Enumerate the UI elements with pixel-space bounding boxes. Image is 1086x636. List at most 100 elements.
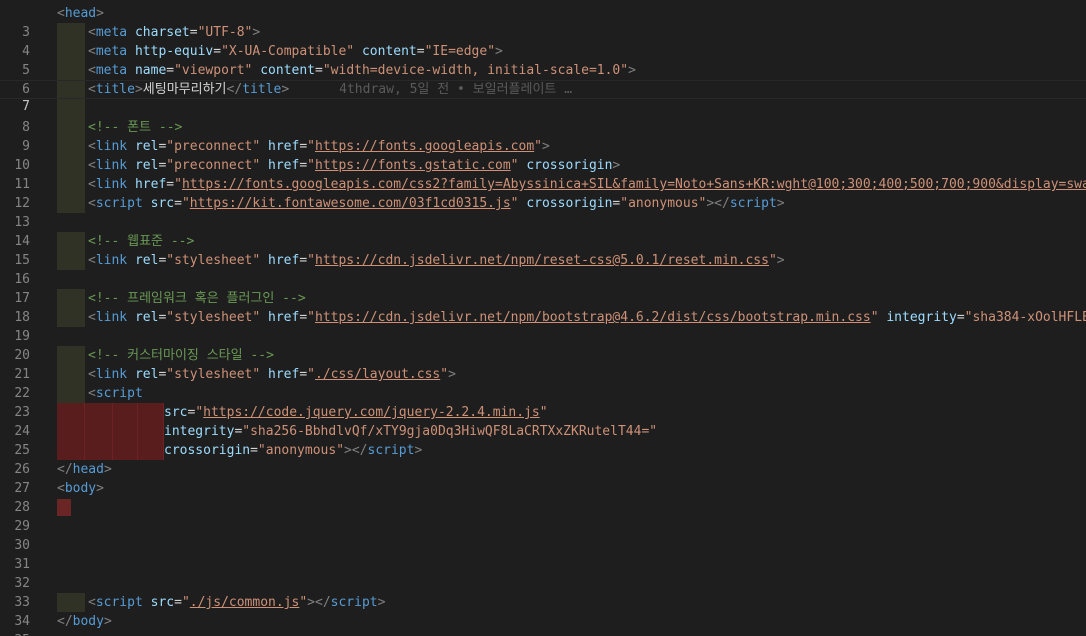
code-line[interactable]: 8 <box>0 99 1086 135</box>
code-text: <!-- 웹표준 --> <box>88 234 195 249</box>
code-line[interactable]: 24 src="https://code.jquery.com/jquery-2… <box>0 403 1086 439</box>
indent-guide <box>57 81 85 98</box>
code-line[interactable]: 28 <body> <box>0 479 1086 515</box>
error-indent-guide <box>85 422 113 441</box>
indent-guide <box>57 308 85 327</box>
code-text: <head> <box>57 6 104 21</box>
error-indent-guide <box>113 403 138 422</box>
code-line[interactable]: 6 <meta name="viewport" content="width=d… <box>0 61 1086 97</box>
code-text: <link href="https://fonts.googleapis.com… <box>88 175 1086 194</box>
code-line[interactable]: 34 <script src="./js/common.js"></script… <box>0 593 1086 629</box>
code-text: integrity="sha256-BbhdlvQf/xTY9gja0Dq3Hi… <box>164 424 658 439</box>
error-indent-guide <box>113 422 138 441</box>
link-url[interactable]: https://code.jquery.com/jquery-2.2.4.min… <box>203 405 540 420</box>
indent-guide <box>57 289 85 308</box>
link-url[interactable]: https://cdn.jsdelivr.net/npm/bootstrap@4… <box>315 310 871 325</box>
code-text: <script <box>88 386 143 401</box>
indent-guide <box>57 175 85 194</box>
indent-guide <box>57 251 85 270</box>
indent-guide <box>57 194 85 213</box>
code-text: <link rel="preconnect" href="https://fon… <box>88 158 621 173</box>
code-text: <link rel="preconnect" href="https://fon… <box>88 139 550 154</box>
indent-guide <box>57 99 85 118</box>
code-line[interactable]: 31 <box>0 536 1086 572</box>
indent-guide <box>57 365 85 384</box>
error-indent-guide <box>85 441 113 460</box>
error-indent-guide <box>138 422 164 441</box>
link-url[interactable]: ./css/layout.css <box>315 367 440 382</box>
link-url[interactable]: https://cdn.jsdelivr.net/npm/reset-css@5… <box>315 253 769 268</box>
error-marker <box>57 499 71 516</box>
error-indent-guide <box>57 441 85 460</box>
code-line[interactable]: 13 <script src="https://kit.fontawesome.… <box>0 194 1086 230</box>
code-text: <link rel="stylesheet" href="https://cdn… <box>88 310 1086 325</box>
link-url[interactable]: https://fonts.gstatic.com <box>315 158 511 173</box>
code-line[interactable]: 26 crossorigin="anonymous"></script> <box>0 441 1086 477</box>
indent-guide <box>57 42 85 61</box>
code-text: src="https://code.jquery.com/jquery-2.2.… <box>164 405 548 420</box>
indent-guide <box>57 61 85 80</box>
code-line[interactable]: 16 <link rel="stylesheet" href="https://… <box>0 251 1086 287</box>
code-line[interactable]: 14 <box>0 213 1086 249</box>
code-line[interactable]: 29 <box>0 498 1086 534</box>
indent-guide <box>57 118 85 137</box>
code-line[interactable]: 3 <head> <box>0 4 1086 40</box>
code-line[interactable]: 4 <meta charset="UTF-8"> <box>0 23 1086 59</box>
code-line[interactable]: 17 <box>0 270 1086 306</box>
code-text: crossorigin="anonymous"></script> <box>164 443 423 458</box>
code-line[interactable]: 9 <!-- 폰트 --> <box>0 118 1086 154</box>
code-line[interactable]: 11 <link rel="preconnect" href="https://… <box>0 156 1086 192</box>
code-text: <script src="https://kit.fontawesome.com… <box>88 196 785 211</box>
code-text: <meta http-equiv="X-UA-Compatible" conte… <box>88 44 503 59</box>
code-line[interactable]: 32 <box>0 555 1086 591</box>
code-text: <title>세팅마무리하기</title> 4thdraw, 5일 전 • 보일… <box>88 82 573 97</box>
link-url[interactable]: https://fonts.googleapis.com <box>315 139 534 154</box>
code-text: <link rel="stylesheet" href="./css/layou… <box>88 367 456 382</box>
error-indent-guide <box>85 403 113 422</box>
code-text: <!-- 폰트 --> <box>88 120 183 135</box>
code-line[interactable]: 18 <!-- 프레임워크 혹은 플러그인 --> <box>0 289 1086 325</box>
code-line[interactable]: 33 <box>0 574 1086 610</box>
indent-guide <box>57 137 85 156</box>
indent-guide <box>57 593 85 612</box>
indent-guide <box>57 232 85 251</box>
indent-guide <box>57 23 85 42</box>
error-indent-guide <box>113 441 138 460</box>
code-line[interactable]: 22 <link rel="stylesheet" href="./css/la… <box>0 365 1086 401</box>
code-line[interactable]: 15 <!-- 웹표준 --> <box>0 232 1086 268</box>
error-indent-guide <box>57 403 85 422</box>
code-line[interactable]: 30 <box>0 517 1086 553</box>
code-text: </body> <box>57 614 112 629</box>
code-editor[interactable]: 3 <head> 4 <meta charset="UTF-8"> 5 <met… <box>0 0 1086 636</box>
code-line-current[interactable]: 7 <title>세팅마무리하기</title> 4thdraw, 5일 전 • … <box>0 80 1086 114</box>
code-text: <body> <box>57 481 104 496</box>
indent-guide <box>57 346 85 365</box>
code-text: </head> <box>57 462 112 477</box>
code-line[interactable]: 20 <box>0 327 1086 363</box>
git-blame-annotation[interactable]: 4thdraw, 5일 전 • 보일러플레이트 … <box>339 82 572 97</box>
error-indent-guide <box>57 422 85 441</box>
link-url[interactable]: https://fonts.googleapis.com/css2?family… <box>182 177 1086 192</box>
error-indent-guide <box>138 441 164 460</box>
line-number: 35 <box>0 631 30 636</box>
code-line[interactable]: 27 </head> <box>0 460 1086 496</box>
code-line[interactable]: 23 <script <box>0 384 1086 420</box>
code-line[interactable]: 12 <link href="https://fonts.googleapis.… <box>0 175 1086 211</box>
link-url[interactable]: ./js/common.js <box>190 595 300 610</box>
error-indent-guide <box>138 403 164 422</box>
indent-guide <box>57 156 85 175</box>
code-line[interactable]: 35 </body> <box>0 612 1086 636</box>
code-text: <script src="./js/common.js"></script> <box>88 595 386 610</box>
code-line[interactable]: 19 <link rel="stylesheet" href="https://… <box>0 308 1086 344</box>
code-line[interactable]: 10 <link rel="preconnect" href="https://… <box>0 137 1086 173</box>
code-line[interactable]: 25 integrity="sha256-BbhdlvQf/xTY9gja0Dq… <box>0 422 1086 458</box>
code-line[interactable]: 21 <!-- 커스터마이징 스타일 --> <box>0 346 1086 382</box>
code-line[interactable]: 5 <meta http-equiv="X-UA-Compatible" con… <box>0 42 1086 78</box>
link-url[interactable]: https://kit.fontawesome.com/03f1cd0315.j… <box>190 196 511 211</box>
code-text: <!-- 커스터마이징 스타일 --> <box>88 348 274 363</box>
code-text: <meta charset="UTF-8"> <box>88 25 261 40</box>
code-text: <meta name="viewport" content="width=dev… <box>88 63 636 78</box>
indent-guide <box>57 384 85 403</box>
code-text: <!-- 프레임워크 혹은 플러그인 --> <box>88 291 306 306</box>
code-text: <link rel="stylesheet" href="https://cdn… <box>88 253 785 268</box>
